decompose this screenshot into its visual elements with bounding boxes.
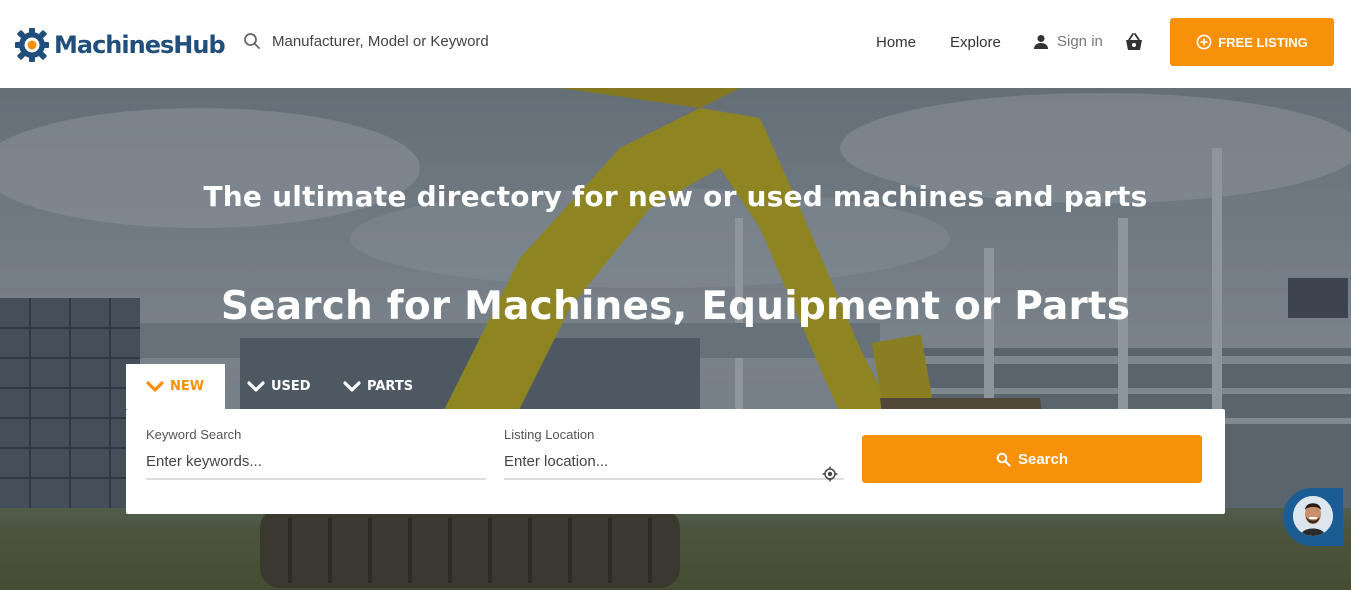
chat-avatar[interactable] [1283,488,1343,546]
location-input[interactable] [504,450,844,480]
free-listing-button[interactable]: FREE LISTING [1170,18,1334,66]
logo[interactable]: MachinesHub [14,27,226,63]
nav-explore-link[interactable]: Explore [950,34,1001,51]
chevron-down-icon [146,380,164,392]
chevron-down-icon [343,380,361,392]
tab-parts-label: PARTS [367,379,414,394]
tab-used[interactable]: USED [225,364,335,409]
tab-parts[interactable]: PARTS [335,364,435,409]
search-icon [244,33,260,49]
keyword-input[interactable] [146,450,486,480]
gear-logo-icon [15,28,49,62]
hero-section: The ultimate directory for new or used m… [0,88,1351,590]
tab-used-label: USED [271,379,311,394]
logo-text: MachinesHub [54,31,226,59]
location-label: Listing Location [504,427,595,442]
sign-in-label: Sign in [1057,33,1103,50]
location-field: Listing Location [504,427,844,482]
hero-overlay [0,88,1351,590]
free-listing-label: FREE LISTING [1218,34,1308,50]
search-button[interactable]: Search [862,435,1202,483]
sign-in-link[interactable]: Sign in [1033,33,1103,50]
search-button-label: Search [1017,450,1069,468]
listing-type-tabs: NEW USED PARTS [126,364,435,409]
header-search-input[interactable] [272,32,572,50]
chevron-down-icon [247,380,265,392]
locate-icon[interactable] [822,466,838,482]
tab-new-label: NEW [170,379,205,394]
chat-agent-photo [1293,496,1333,536]
search-panel: Keyword Search Listing Location Search [126,409,1225,514]
nav-home-link[interactable]: Home [876,34,916,51]
keyword-label: Keyword Search [146,427,242,442]
site-header: MachinesHub Home Explore Sign in [0,0,1351,88]
hero-subheading: Search for Machines, Equipment or Parts [220,284,1131,329]
plus-circle-icon [1196,34,1212,50]
user-icon [1034,34,1048,49]
keyword-field: Keyword Search [146,427,486,480]
basket-icon[interactable] [1123,32,1145,52]
hero-headline: The ultimate directory for new or used m… [203,180,1148,213]
header-search [243,32,572,50]
tab-new[interactable]: NEW [126,364,225,409]
search-icon [996,452,1011,467]
